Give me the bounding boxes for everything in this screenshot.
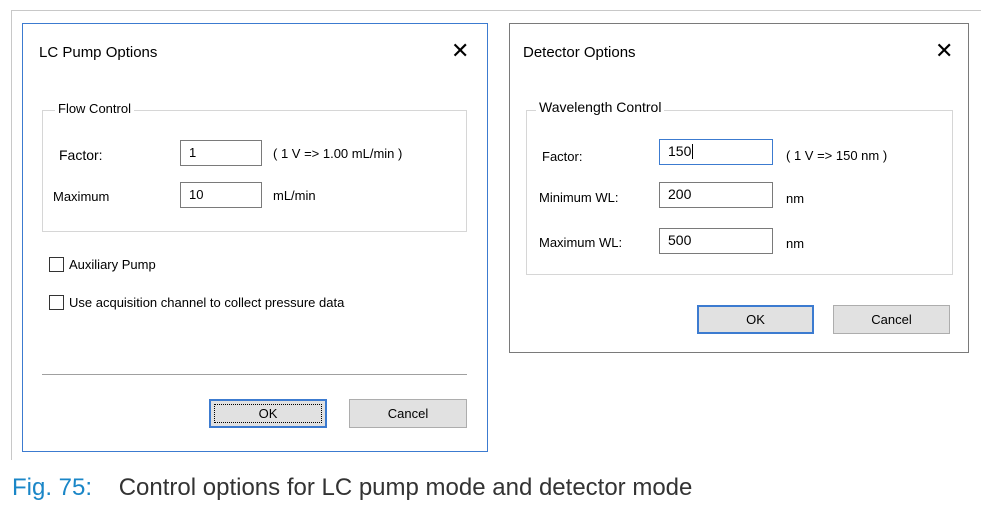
ok-button[interactable]: OK <box>697 305 814 334</box>
minimum-wl-label: Minimum WL: <box>539 190 619 205</box>
button-separator <box>42 374 467 375</box>
factor-label: Factor: <box>542 149 583 164</box>
auxiliary-pump-checkbox[interactable] <box>49 257 64 272</box>
lc-pump-options-dialog: LC Pump Options ✕ Flow Control Factor: 1… <box>22 23 488 452</box>
minimum-wl-input[interactable]: 200 <box>659 182 773 208</box>
maximum-wl-input[interactable]: 500 <box>659 228 773 254</box>
auxiliary-pump-label[interactable]: Auxiliary Pump <box>69 257 156 272</box>
dialog-title: LC Pump Options <box>39 44 158 61</box>
figure-caption-text: Control options for LC pump mode and det… <box>118 474 693 501</box>
factor-hint: ( 1 V => 150 nm ) <box>786 148 888 163</box>
figure-caption: Fig. 75: Control options for LC pump mod… <box>12 474 692 502</box>
wavelength-control-group-label: Wavelength Control <box>536 99 665 115</box>
close-icon[interactable]: ✕ <box>935 40 953 62</box>
maximum-wl-label: Maximum WL: <box>539 235 623 250</box>
factor-input-value: 150 <box>668 143 692 159</box>
factor-hint: ( 1 V => 1.00 mL/min ) <box>273 146 403 161</box>
acquisition-channel-checkbox[interactable] <box>49 295 64 310</box>
flow-control-group-label: Flow Control <box>55 101 134 116</box>
minimum-wl-unit: nm <box>786 191 805 206</box>
focus-ring <box>214 404 322 423</box>
maximum-unit: mL/min <box>273 188 316 203</box>
factor-input[interactable]: 150 <box>659 139 773 165</box>
maximum-wl-unit: nm <box>786 236 805 251</box>
close-icon[interactable]: ✕ <box>451 40 469 62</box>
figure-number: Fig. 75: <box>12 474 93 501</box>
text-caret <box>692 144 694 159</box>
cancel-button[interactable]: Cancel <box>833 305 950 334</box>
factor-input[interactable]: 1 <box>180 140 262 166</box>
detector-options-dialog: Detector Options ✕ Wavelength Control Fa… <box>509 23 969 353</box>
cancel-button[interactable]: Cancel <box>349 399 467 428</box>
figure-frame-left <box>11 10 12 460</box>
factor-label: Factor: <box>59 147 103 163</box>
maximum-label: Maximum <box>53 189 110 204</box>
figure-frame-top <box>11 10 981 11</box>
ok-button[interactable]: OK <box>209 399 327 428</box>
maximum-input[interactable]: 10 <box>180 182 262 208</box>
dialog-title: Detector Options <box>523 44 636 61</box>
flow-control-group <box>42 110 467 232</box>
acquisition-channel-label[interactable]: Use acquisition channel to collect press… <box>69 295 344 310</box>
